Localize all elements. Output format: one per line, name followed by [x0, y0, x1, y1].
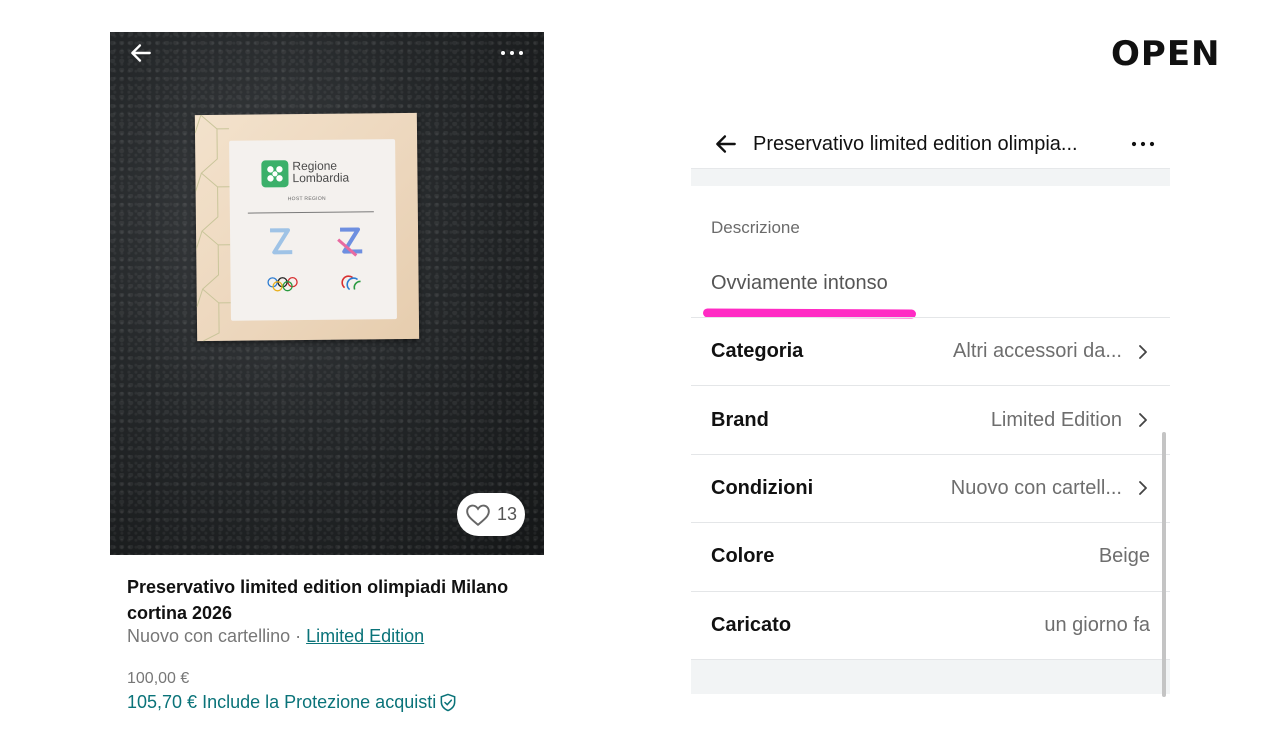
more-options-icon[interactable] — [498, 40, 526, 66]
detail-row-caricato: Caricato un giorno fa — [691, 590, 1170, 659]
detail-row-brand[interactable]: Brand Limited Edition — [691, 385, 1170, 453]
back-arrow-icon[interactable] — [128, 40, 154, 66]
section-footer — [691, 659, 1170, 694]
listing-title: Preservativo limited edition olimpiadi M… — [127, 577, 509, 623]
detail-label: Colore — [711, 545, 775, 568]
detail-label: Brand — [711, 408, 769, 431]
scrollbar[interactable] — [1162, 432, 1166, 697]
listing-subtitle: Nuovo con cartellino · Limited Edition — [127, 626, 424, 647]
chevron-right-icon — [1139, 413, 1147, 427]
packet-host-text: HOST REGION — [287, 195, 326, 203]
detail-value: Altri accessori da... — [953, 340, 1122, 363]
brand-link[interactable]: Limited Edition — [306, 626, 424, 646]
product-photo[interactable]: Regione Lombardia HOST REGION — [110, 32, 544, 555]
buyer-protection-price[interactable]: 105,70 € Include la Protezione acquisti — [127, 692, 457, 713]
item-price: 100,00 € — [127, 670, 190, 687]
description-label: Descrizione — [711, 218, 800, 237]
detail-label: Caricato — [711, 613, 792, 636]
packet-logo-text: Regione Lombardia — [292, 158, 350, 186]
detail-value: Nuovo con cartell... — [950, 476, 1122, 499]
detail-value: un giorno fa — [1044, 613, 1150, 636]
back-arrow-icon[interactable] — [713, 131, 739, 157]
detail-label: Categoria — [711, 340, 804, 363]
detail-row-condizioni[interactable]: Condizioni Nuovo con cartell... — [691, 453, 1170, 522]
condom-packet-image: Regione Lombardia HOST REGION — [194, 112, 420, 342]
condition-text: Nuovo con cartellino — [127, 626, 291, 646]
description-text: Ovviamente intonso — [711, 272, 888, 294]
details-header: Preservativo limited edition olimpia... — [691, 120, 1170, 168]
chevron-right-icon — [1139, 344, 1147, 359]
chevron-right-icon — [1139, 481, 1147, 496]
details-list: Categoria Altri accessori da... Brand Li… — [691, 317, 1170, 659]
more-options-icon[interactable] — [1129, 134, 1157, 154]
separator-dot: · — [290, 626, 307, 646]
lombardia-logo-icon — [261, 160, 289, 188]
shield-check-icon — [440, 693, 456, 712]
heart-icon — [466, 504, 490, 526]
favorite-button[interactable]: 13 — [457, 493, 525, 536]
olympic-logos-icon — [267, 227, 363, 292]
favorite-count: 13 — [496, 504, 518, 524]
header-title: Preservativo limited edition olimpia... — [753, 132, 1078, 155]
detail-row-categoria[interactable]: Categoria Altri accessori da... — [691, 317, 1170, 385]
packet-rule — [247, 211, 374, 214]
section-divider — [691, 168, 1170, 186]
detail-value: Limited Edition — [990, 408, 1122, 431]
packet-label: Regione Lombardia HOST REGION — [229, 139, 397, 321]
open-logo: OPEN — [1111, 34, 1221, 74]
detail-value: Beige — [1098, 545, 1150, 568]
detail-label: Condizioni — [711, 476, 814, 499]
detail-row-colore: Colore Beige — [691, 522, 1170, 590]
protected-price-text: 105,70 € Include la Protezione acquisti — [127, 692, 437, 712]
